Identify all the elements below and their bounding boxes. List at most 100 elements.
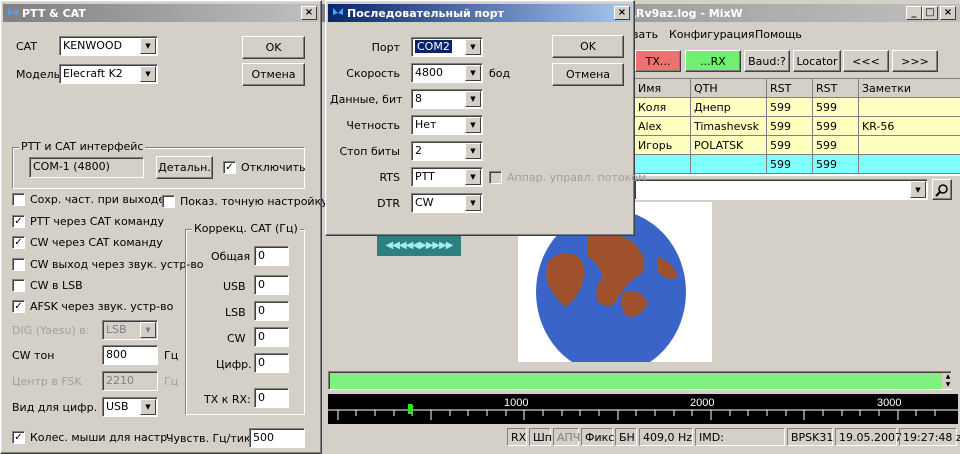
model-select[interactable]: Elecraft K2 ▼ — [59, 64, 158, 84]
ok-button[interactable]: OK — [242, 36, 305, 59]
hw-flow-checkbox: Аппар. управл. потоком — [489, 171, 646, 184]
checkbox-box[interactable]: ✓ — [12, 215, 25, 228]
status-afc[interactable]: АПЧ — [553, 428, 580, 446]
chevron-down-icon[interactable]: ▼ — [140, 38, 156, 54]
corr-input-usb[interactable]: 0 — [254, 275, 289, 295]
status-mode[interactable]: BPSK31 — [787, 428, 833, 446]
cancel-button[interactable]: Отмена — [242, 63, 305, 86]
chevron-down-icon[interactable]: ▼ — [465, 195, 481, 211]
serial-ok-button[interactable]: OK — [552, 35, 624, 58]
checkbox-box[interactable]: ✓ — [12, 300, 25, 313]
status-squelch[interactable]: Шп — [529, 428, 552, 446]
maximize-button[interactable]: □ — [922, 6, 938, 20]
ptt-close-button[interactable]: × — [301, 6, 317, 20]
rts-select[interactable]: PTT ▼ — [411, 167, 483, 187]
chevron-down-icon[interactable]: ▼ — [140, 399, 156, 415]
dig-select: LSB ▼ — [102, 320, 158, 340]
cw-sound-checkbox[interactable]: CW выход через звук. устр-во — [12, 258, 204, 271]
search-button[interactable] — [932, 179, 952, 200]
cw-cat-checkbox[interactable]: ✓ CW через CAT команду — [12, 236, 163, 249]
table-row[interactable]: 599 599 — [634, 154, 960, 174]
prev-button[interactable]: <<< — [843, 50, 889, 72]
tuning-scroll[interactable]: ▲ ▼ — [942, 373, 954, 389]
tuning-bar[interactable] — [328, 371, 952, 390]
rx-button[interactable]: ...RX — [685, 50, 741, 72]
checkbox-box[interactable]: ✓ — [12, 236, 25, 249]
serial-cancel-button[interactable]: Отмена — [552, 63, 624, 86]
table-row[interactable]: Коля Днепр 599 599 — [634, 97, 960, 117]
freq-tick-3000: 3000 — [877, 397, 901, 409]
cw-lsb-checkbox[interactable]: CW в LSB — [12, 279, 83, 292]
status-fixed[interactable]: Фикс — [581, 428, 614, 446]
port-label: Порт — [371, 41, 400, 54]
corr-input-txrx[interactable]: 0 — [254, 388, 289, 408]
arrow-strip[interactable]: ◀◀◀◀◀▶▶▶▶▶ — [377, 234, 461, 256]
afsk-checkbox[interactable]: ✓ AFSK через звук. устр-во — [12, 300, 173, 313]
log-header-rst-sent[interactable]: RST — [766, 78, 813, 98]
exact-tune-checkbox[interactable]: Показ. точную настройку — [162, 195, 328, 208]
checkbox-box[interactable] — [12, 279, 25, 292]
minimize-button[interactable]: _ — [906, 6, 922, 20]
save-freq-checkbox[interactable]: Сохр. част. при выходе — [12, 193, 165, 206]
cat-select[interactable]: KENWOOD ▼ — [59, 36, 158, 56]
sens-input[interactable]: 500 — [249, 428, 305, 448]
status-rx[interactable]: RX — [507, 428, 527, 446]
view-select[interactable]: USB ▼ — [102, 397, 158, 417]
cw-tone-input[interactable]: 800 — [102, 345, 158, 365]
table-row[interactable]: Игорь POLATSK 599 599 — [634, 135, 960, 155]
ptt-cat-checkbox[interactable]: ✓ PTT через CAT команду — [12, 215, 164, 228]
serial-close-button[interactable]: × — [614, 6, 630, 20]
chevron-down-icon[interactable]: ▼ — [140, 66, 156, 82]
corr-input-lsb[interactable]: 0 — [254, 301, 289, 321]
tx-button[interactable]: TX... — [635, 50, 681, 72]
chevron-down-icon[interactable]: ▼ — [910, 181, 926, 198]
checkbox-box[interactable] — [162, 195, 175, 208]
log-header-notes[interactable]: Заметки — [858, 78, 960, 98]
chevron-down-icon[interactable]: ▼ — [465, 91, 481, 107]
port-select[interactable]: COM2 ▼ — [411, 37, 483, 57]
corr-input-cw[interactable]: 0 — [254, 327, 289, 347]
ptt-title-bar: PTT & CAT × — [3, 4, 319, 22]
speed-select[interactable]: 4800 ▼ — [411, 63, 483, 83]
wheel-checkbox[interactable]: ✓ Колес. мыши для настр. — [12, 431, 171, 444]
waterfall[interactable]: 1000 2000 3000 — [328, 394, 958, 424]
next-button[interactable]: >>> — [892, 50, 938, 72]
log-cell: 599 — [812, 116, 859, 136]
chevron-down-icon[interactable]: ▼ — [465, 143, 481, 159]
corr-value: 0 — [258, 249, 265, 262]
chevron-down-icon[interactable]: ▼ — [465, 169, 481, 185]
log-header-rst-rcvd[interactable]: RST — [812, 78, 859, 98]
chevron-down-icon[interactable]: ▼ — [465, 39, 481, 55]
parity-label: Четность — [346, 119, 400, 132]
disable-checkbox[interactable]: ✓ Отключить — [223, 161, 306, 174]
log-header-name[interactable]: Имя — [634, 78, 691, 98]
status-nb[interactable]: БН — [615, 428, 637, 446]
table-row[interactable]: Alex Timashevsk 599 599 KR-56 — [634, 116, 960, 136]
dtr-select[interactable]: CW ▼ — [411, 193, 483, 213]
rts-value: PTT — [415, 170, 435, 183]
log-header-qth[interactable]: QTH — [690, 78, 767, 98]
corr-input-common[interactable]: 0 — [254, 246, 289, 266]
frequency-scale: 1000 2000 3000 — [328, 397, 958, 420]
parity-select[interactable]: Нет ▼ — [411, 115, 483, 135]
callsign-input[interactable]: ▼ — [634, 179, 928, 200]
checkbox-box[interactable] — [12, 258, 25, 271]
details-button[interactable]: Детальн. — [156, 156, 213, 179]
checkbox-box[interactable] — [12, 193, 25, 206]
chevron-down-icon[interactable]: ▼ — [465, 65, 481, 81]
menu-item-service[interactable]: вать — [632, 28, 658, 41]
locator-button[interactable]: Locator — [793, 50, 841, 72]
stopbits-select[interactable]: 2 ▼ — [411, 141, 483, 161]
butterfly-icon — [8, 8, 18, 15]
chevron-down-icon[interactable]: ▼ — [465, 117, 481, 133]
corr-input-digital[interactable]: 0 — [254, 353, 289, 373]
close-button[interactable]: × — [940, 6, 956, 20]
checkbox-box[interactable]: ✓ — [12, 431, 25, 444]
baud-button[interactable]: Baud:? — [744, 50, 790, 72]
databits-select[interactable]: 8 ▼ — [411, 89, 483, 109]
signal-marker[interactable] — [408, 406, 413, 414]
status-imd: IMD: — [695, 428, 785, 446]
menu-item-config[interactable]: Конфигурация — [669, 28, 755, 41]
menu-item-help[interactable]: Помощь — [755, 28, 802, 41]
disable-checkbox-box[interactable]: ✓ — [223, 161, 236, 174]
